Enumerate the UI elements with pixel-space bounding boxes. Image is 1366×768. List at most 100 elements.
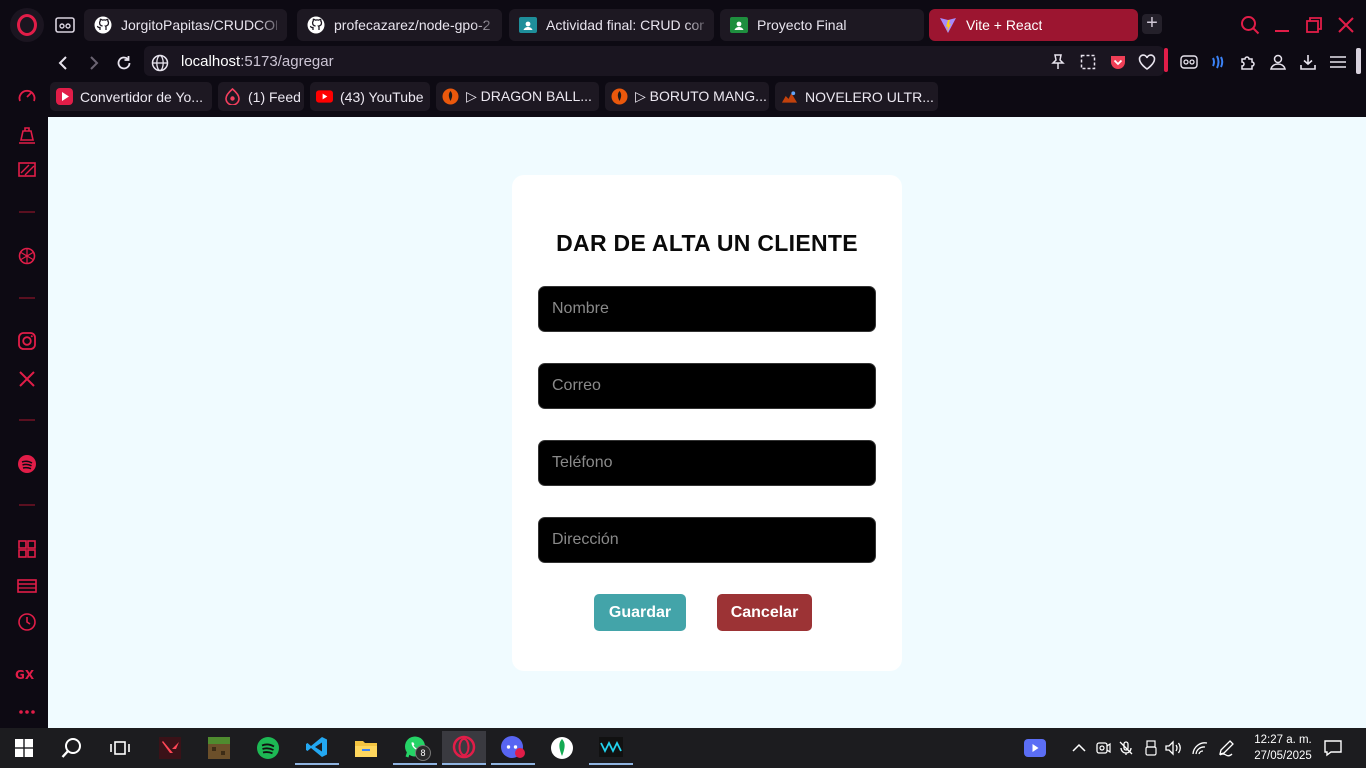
github-icon	[94, 16, 112, 34]
history-icon[interactable]	[12, 607, 42, 637]
camera-tray-icon[interactable]	[1093, 738, 1113, 758]
bookmark-youtube[interactable]: (43) YouTube	[310, 82, 430, 111]
globe-icon[interactable]	[147, 50, 173, 76]
spotify-icon[interactable]	[12, 449, 42, 479]
search-tabs-icon[interactable]	[1237, 12, 1263, 38]
spotify-app-icon[interactable]	[246, 731, 290, 765]
heart-icon[interactable]	[1134, 49, 1160, 75]
restore-icon[interactable]	[1301, 12, 1327, 38]
url-host: localhost	[181, 53, 241, 70]
minimize-icon[interactable]	[1269, 12, 1295, 38]
wallet-icon[interactable]	[12, 571, 42, 601]
correo-input[interactable]	[538, 363, 876, 409]
download-icon[interactable]	[1295, 49, 1321, 75]
whatsapp-icon[interactable]: 8	[393, 731, 437, 765]
clock-time: 12:27 a. m.	[1254, 734, 1312, 746]
url-path: :5173/agregar	[240, 53, 334, 70]
opera-gx-icon[interactable]	[442, 731, 486, 765]
save-button[interactable]: Guardar	[594, 594, 686, 631]
url-text[interactable]: localhost:5173/agregar	[181, 53, 334, 70]
mic-muted-icon[interactable]	[1116, 738, 1136, 758]
feed-icon	[224, 88, 241, 105]
bookmark-boruto[interactable]: ▷ BORUTO MANG...	[605, 82, 769, 111]
gx-label[interactable]: GX	[15, 668, 34, 682]
chatgpt-icon[interactable]	[12, 241, 42, 271]
vite-icon	[939, 16, 957, 34]
more-icon[interactable]	[12, 697, 42, 727]
x-twitter-icon[interactable]	[12, 364, 42, 394]
sidebar-divider	[19, 504, 35, 506]
back-icon[interactable]	[51, 50, 77, 76]
wave-app-icon[interactable]	[589, 731, 633, 765]
tab-island-icon[interactable]	[50, 10, 80, 40]
cancel-button[interactable]: Cancelar	[717, 594, 812, 631]
system-clock[interactable]: 12:27 a. m. 27/05/2025	[1244, 732, 1322, 764]
instagram-icon[interactable]	[12, 326, 42, 356]
sidebar-divider	[19, 211, 35, 213]
manga-icon	[611, 88, 628, 105]
close-icon[interactable]	[1333, 12, 1359, 38]
discord-icon[interactable]	[491, 731, 535, 765]
minecraft-icon[interactable]	[197, 731, 241, 765]
novel-icon	[781, 88, 798, 105]
reload-icon[interactable]	[111, 50, 137, 76]
pen-icon[interactable]	[1216, 738, 1236, 758]
bookmark-feed[interactable]: (1) Feed	[218, 82, 304, 111]
clock-date: 27/05/2025	[1254, 750, 1312, 762]
vscode-icon[interactable]	[295, 731, 339, 765]
reader-icon[interactable]	[1176, 49, 1202, 75]
forward-icon[interactable]	[80, 50, 106, 76]
tab-node-gpo[interactable]: profecazarez/node-gpo-2	[297, 9, 502, 41]
gx-corner-icon[interactable]	[12, 120, 42, 150]
media-player-icon[interactable]	[1024, 738, 1046, 758]
scroll-handle[interactable]	[1356, 48, 1361, 74]
tab-actividad-final[interactable]: Actividad final: CRUD com	[509, 9, 714, 41]
workspaces-icon[interactable]	[12, 534, 42, 564]
pocket-icon[interactable]	[1105, 49, 1131, 75]
easy-setup-icon[interactable]	[1325, 49, 1351, 75]
tab-crudcom[interactable]: JorgitoPapitas/CRUDCOM	[84, 9, 287, 41]
bookmark-label: Convertidor de Yo...	[80, 88, 203, 105]
pin-icon[interactable]	[1045, 49, 1071, 75]
valorant-icon[interactable]	[148, 731, 192, 765]
twitch-icon[interactable]	[12, 155, 42, 185]
search-icon[interactable]	[50, 731, 94, 765]
sidebar-divider	[19, 419, 35, 421]
bookmark-novelero[interactable]: NOVELERO ULTR...	[775, 82, 938, 111]
tab-label: profecazarez/node-gpo-2	[334, 17, 491, 33]
sidebar-divider	[19, 297, 35, 299]
nombre-input[interactable]	[538, 286, 876, 332]
direccion-input[interactable]	[538, 517, 876, 563]
bookmark-dragon-ball[interactable]: ▷ DRAGON BALL...	[436, 82, 599, 111]
bookmark-convertidor[interactable]: Convertidor de Yo...	[50, 82, 212, 111]
windows-start-icon[interactable]	[2, 731, 46, 765]
tab-label: Proyecto Final	[757, 17, 847, 33]
tab-vite-react[interactable]: Vite + React	[929, 9, 1138, 41]
task-view-icon[interactable]	[98, 731, 142, 765]
usb-device-icon[interactable]	[1141, 738, 1161, 758]
bookmark-label: (43) YouTube	[340, 88, 424, 105]
opera-menu-icon[interactable]	[10, 8, 44, 42]
bookmark-label: ▷ DRAGON BALL...	[466, 88, 592, 104]
mongodb-icon[interactable]	[540, 731, 584, 765]
tab-proyecto-final[interactable]: Proyecto Final	[720, 9, 924, 41]
notifications-icon[interactable]	[1323, 738, 1343, 758]
form-title: DAR DE ALTA UN CLIENTE	[556, 230, 858, 256]
toolbar-divider	[1164, 48, 1168, 72]
show-hidden-icons-icon[interactable]	[1069, 738, 1089, 758]
classroom-icon	[730, 16, 748, 34]
volume-icon[interactable]	[1164, 738, 1184, 758]
extensions-icon[interactable]	[1235, 49, 1261, 75]
new-tab-button[interactable]: +	[1142, 13, 1162, 34]
file-explorer-icon[interactable]	[344, 731, 388, 765]
tab-label: Vite + React	[966, 17, 1043, 33]
account-icon[interactable]	[1265, 49, 1291, 75]
speed-dial-icon[interactable]	[12, 82, 42, 112]
classroom-icon	[519, 16, 537, 34]
bookmark-label: (1) Feed	[248, 88, 301, 105]
extension-wave-icon[interactable]	[1206, 49, 1232, 75]
network-icon[interactable]	[1190, 738, 1210, 758]
snapshot-icon[interactable]	[1075, 49, 1101, 75]
whatsapp-badge: 8	[415, 745, 431, 761]
telefono-input[interactable]	[538, 440, 876, 486]
